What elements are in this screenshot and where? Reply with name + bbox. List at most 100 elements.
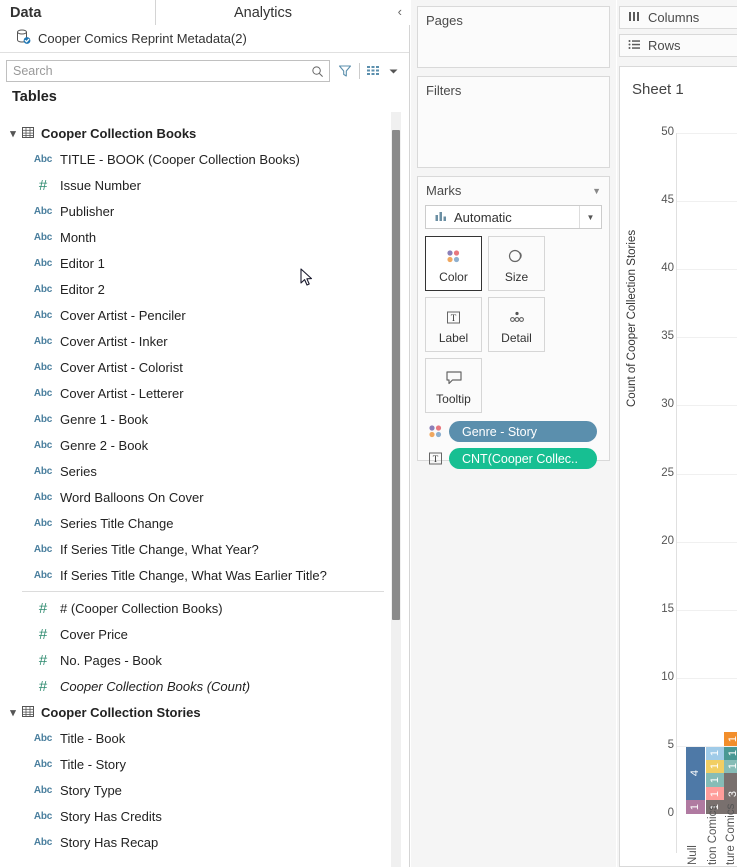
text-field-icon: Abc: [30, 733, 56, 744]
y-axis-tick-label: 45: [644, 194, 674, 206]
shelf-column: Pages Filters Marks ▼: [411, 0, 616, 867]
field-name: Story Type: [60, 783, 122, 798]
field-name: Cover Artist - Penciler: [60, 308, 186, 323]
bar-segment[interactable]: 1: [724, 746, 737, 760]
bar-segment-label: 1: [710, 791, 722, 797]
field-item[interactable]: AbcEditor 2: [0, 276, 392, 302]
label-text-icon: T: [425, 451, 445, 466]
field-item[interactable]: AbcTitle - Book: [0, 725, 392, 751]
search-input[interactable]: [7, 61, 307, 81]
gridline: [677, 405, 737, 406]
field-item[interactable]: AbcTitle - Story: [0, 751, 392, 777]
field-item[interactable]: ## (Cooper Collection Books): [0, 595, 392, 621]
field-item[interactable]: AbcIf Series Title Change, What Year?: [0, 536, 392, 562]
tab-analytics[interactable]: Analytics ‹: [155, 0, 410, 25]
mark-type-dropdown[interactable]: Automatic ▼: [425, 205, 602, 229]
columns-shelf[interactable]: Columns: [619, 6, 737, 29]
field-name: Publisher: [60, 204, 114, 219]
chart-plot-area[interactable]: Count of Cooper Collection Stories 05101…: [620, 107, 737, 867]
stacked-bar[interactable]: 1113: [724, 732, 737, 814]
search-toolbar: [0, 57, 409, 85]
sheet-title: Sheet 1: [620, 67, 737, 98]
table-header[interactable]: ▾Cooper Collection Books: [0, 120, 392, 146]
grid-view-icon[interactable]: [364, 61, 384, 81]
svg-text:T: T: [451, 313, 457, 323]
field-item[interactable]: AbcStory Type: [0, 777, 392, 803]
rows-shelf[interactable]: Rows: [619, 34, 737, 57]
funnel-icon[interactable]: [335, 61, 355, 81]
text-field-icon: Abc: [30, 362, 56, 373]
field-item[interactable]: #Cooper Collection Books (Count): [0, 673, 392, 699]
field-item[interactable]: AbcGenre 2 - Book: [0, 432, 392, 458]
text-field-icon: Abc: [30, 206, 56, 217]
number-field-icon: #: [30, 652, 56, 669]
field-item[interactable]: Abc Publisher: [0, 198, 392, 224]
marks-button-tooltip[interactable]: Tooltip: [425, 358, 482, 413]
rows-shelf-label: Rows: [648, 38, 681, 53]
marks-button-label[interactable]: TLabel: [425, 297, 482, 352]
field-item[interactable]: AbcEditor 1: [0, 250, 392, 276]
chevron-down-icon[interactable]: ▾: [6, 127, 20, 140]
field-item[interactable]: AbcCover Artist - Colorist: [0, 354, 392, 380]
filters-shelf[interactable]: Filters: [417, 76, 610, 168]
search-field-wrapper[interactable]: [6, 60, 330, 82]
marks-card-header: Marks ▼: [418, 177, 609, 198]
field-name: Series Title Change: [60, 516, 173, 531]
bar-segment[interactable]: 1: [724, 760, 737, 774]
scrollbar-thumb[interactable]: [392, 130, 400, 620]
chevron-down-icon[interactable]: [383, 61, 403, 81]
field-item[interactable]: AbcTITLE - BOOK (Cooper Collection Books…: [0, 146, 392, 172]
rows-icon: [628, 39, 641, 53]
marks-pill[interactable]: CNT(Cooper Collec..: [449, 448, 597, 469]
search-icon[interactable]: [307, 61, 327, 81]
field-item[interactable]: AbcCover Artist - Inker: [0, 328, 392, 354]
field-item[interactable]: #Cover Price: [0, 621, 392, 647]
field-item[interactable]: AbcWord Balloons On Cover: [0, 484, 392, 510]
field-item[interactable]: AbcMonth: [0, 224, 392, 250]
field-list[interactable]: ▾Cooper Collection BooksAbcTITLE - BOOK …: [0, 120, 392, 867]
bar-segment[interactable]: 1: [706, 746, 725, 760]
field-item[interactable]: AbcStory Has Recap: [0, 829, 392, 855]
field-item[interactable]: #Issue Number: [0, 172, 392, 198]
table-icon: [22, 705, 34, 720]
bar-segment[interactable]: 1: [686, 800, 705, 814]
field-item[interactable]: AbcSeries: [0, 458, 392, 484]
marks-button-size[interactable]: Size: [488, 236, 545, 291]
pages-shelf[interactable]: Pages: [417, 6, 610, 68]
x-axis-label: ture Comics: [725, 804, 737, 865]
y-axis-tick-label: 20: [644, 535, 674, 547]
worksheet-panel[interactable]: Sheet 1 Count of Cooper Collection Stori…: [619, 66, 737, 867]
marks-pill[interactable]: Genre - Story: [449, 421, 597, 442]
field-item[interactable]: AbcSeries Title Change: [0, 510, 392, 536]
text-field-icon: Abc: [30, 492, 56, 503]
field-item[interactable]: AbcCover Artist - Penciler: [0, 302, 392, 328]
bar-segment[interactable]: 1: [724, 732, 737, 746]
stacked-bar[interactable]: 11111: [706, 746, 725, 814]
field-item[interactable]: #No. Pages - Book: [0, 647, 392, 673]
tab-data[interactable]: Data: [0, 0, 155, 25]
data-pane-scrollbar[interactable]: [391, 112, 401, 867]
bar-segment[interactable]: 1: [706, 760, 725, 774]
field-item[interactable]: AbcIf Series Title Change, What Was Earl…: [0, 562, 392, 588]
bar-segment[interactable]: 1: [706, 787, 725, 801]
field-item[interactable]: AbcStory Has Credits: [0, 803, 392, 829]
chevron-down-icon[interactable]: ▼: [579, 206, 601, 228]
y-axis-tick-label: 25: [644, 467, 674, 479]
database-connected-icon: [16, 29, 31, 48]
chevron-down-icon[interactable]: ▾: [6, 706, 20, 719]
field-item[interactable]: AbcGenre 1 - Book: [0, 406, 392, 432]
marks-button-detail[interactable]: Detail: [488, 297, 545, 352]
text-field-icon: Abc: [30, 284, 56, 295]
table-header[interactable]: ▾Cooper Collection Stories: [0, 699, 392, 725]
bar-segment-label: 1: [728, 750, 737, 756]
chevron-down-icon[interactable]: ▼: [592, 186, 601, 196]
stacked-bar[interactable]: 41: [686, 746, 705, 814]
marks-button-color[interactable]: Color: [425, 236, 482, 291]
bar-segment[interactable]: 1: [706, 773, 725, 787]
bar-segment[interactable]: 4: [686, 746, 705, 800]
gridline: [677, 474, 737, 475]
field-item[interactable]: AbcCover Artist - Letterer: [0, 380, 392, 406]
datasource-item[interactable]: Cooper Comics Reprint Metadata(2): [0, 25, 409, 53]
chevron-left-icon[interactable]: ‹: [398, 4, 402, 20]
tab-data-label: Data: [10, 5, 41, 21]
